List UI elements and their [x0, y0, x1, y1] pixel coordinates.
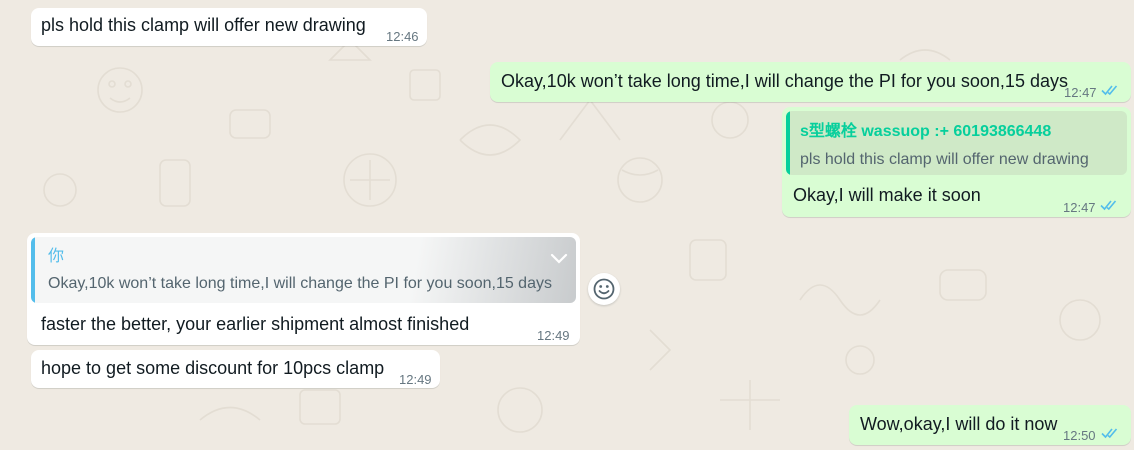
- message-time: 12:47: [1063, 200, 1096, 215]
- message-bubble-outgoing[interactable]: Wow,okay,I will do it now 12:50: [849, 405, 1131, 445]
- quote-accent-bar: [786, 111, 790, 175]
- quoted-message[interactable]: 你 Okay,10k won’t take long time,I will c…: [31, 237, 576, 303]
- double-check-icon: [1100, 200, 1117, 211]
- quote-accent-bar: [31, 237, 35, 303]
- chevron-down-icon[interactable]: [550, 253, 568, 265]
- message-time: 12:47: [1064, 85, 1097, 100]
- message-text: Okay,I will make it soon: [793, 185, 981, 205]
- message-bubble-incoming[interactable]: hope to get some discount for 10pcs clam…: [31, 350, 440, 388]
- message-text: Okay,10k won’t take long time,I will cha…: [501, 71, 1068, 91]
- quote-author: 你: [48, 248, 65, 265]
- double-check-icon: [1101, 85, 1118, 96]
- quote-text: pls hold this clamp will offer new drawi…: [800, 151, 1089, 168]
- message-bubble-outgoing-reply[interactable]: s型螺栓 wassuop :+ 60193866448 pls hold thi…: [782, 107, 1131, 217]
- quote-text: Okay,10k won’t take long time,I will cha…: [48, 275, 552, 292]
- message-time: 12:49: [537, 328, 570, 343]
- message-text: hope to get some discount for 10pcs clam…: [41, 358, 385, 378]
- emoji-smiley-icon: [593, 278, 615, 300]
- message-bubble-incoming-reply[interactable]: 你 Okay,10k won’t take long time,I will c…: [27, 233, 580, 345]
- reaction-button[interactable]: [588, 273, 620, 305]
- message-time: 12:49: [399, 372, 432, 387]
- message-text: faster the better, your earlier shipment…: [41, 314, 470, 334]
- message-text: pls hold this clamp will offer new drawi…: [41, 15, 366, 35]
- message-bubble-incoming[interactable]: pls hold this clamp will offer new drawi…: [31, 8, 427, 46]
- message-time: 12:50: [1063, 428, 1096, 443]
- message-text: Wow,okay,I will do it now: [860, 414, 1058, 434]
- quote-author: s型螺栓 wassuop :+ 60193866448: [800, 123, 1052, 140]
- message-bubble-outgoing[interactable]: Okay,10k won’t take long time,I will cha…: [490, 62, 1131, 102]
- quoted-message[interactable]: s型螺栓 wassuop :+ 60193866448 pls hold thi…: [786, 111, 1127, 175]
- message-time: 12:46: [386, 29, 419, 44]
- double-check-icon: [1101, 428, 1118, 439]
